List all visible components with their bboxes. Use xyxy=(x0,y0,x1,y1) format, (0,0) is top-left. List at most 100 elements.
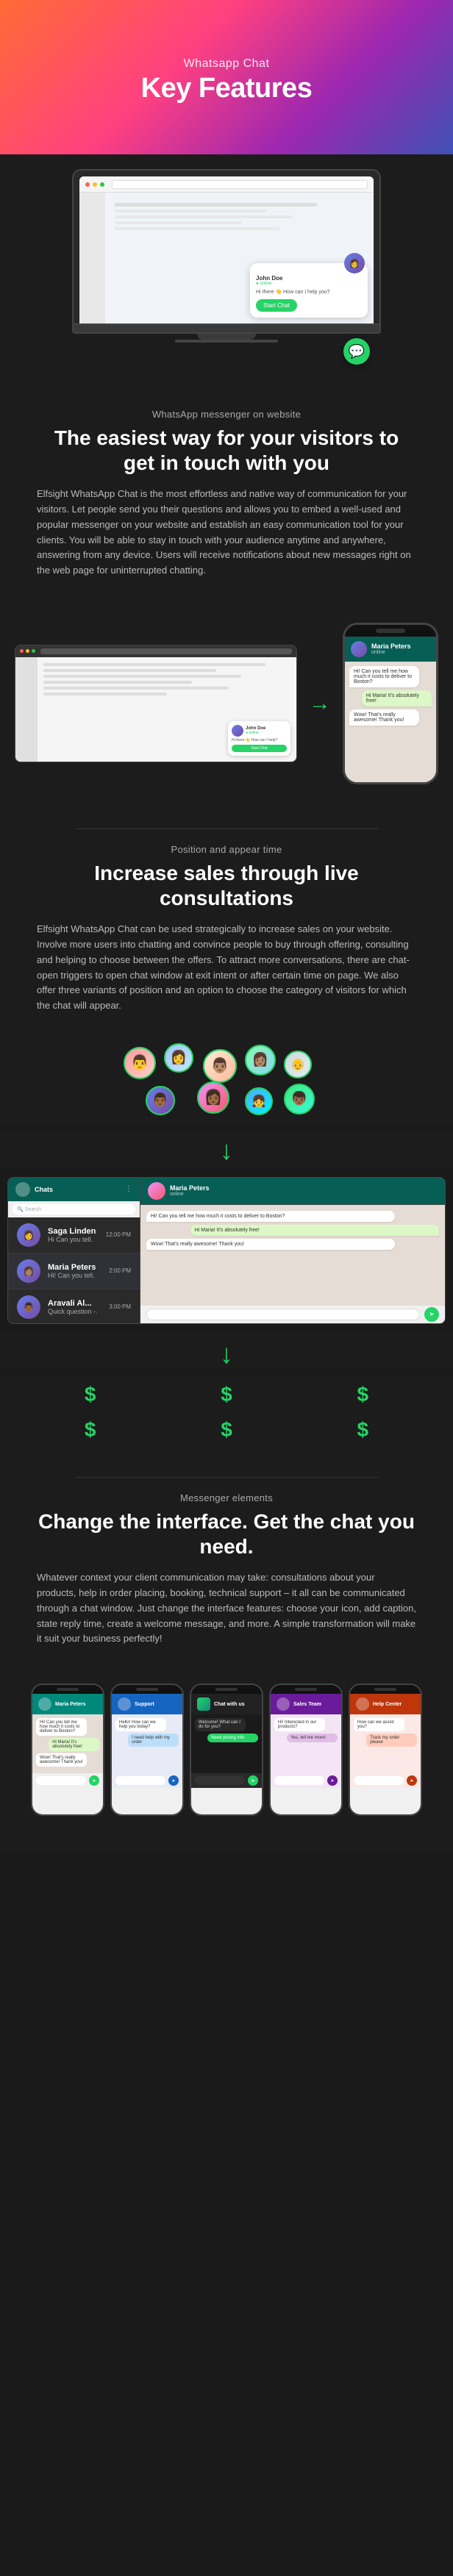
var-avatar-4 xyxy=(277,1697,290,1711)
messages-body: Hi! Can you tell me how much it costs to… xyxy=(140,1205,445,1306)
chat-sidebar-list: Chats ⋮ 🔍 Search 👩 Saga Linden Hi Can yo… xyxy=(8,1178,140,1323)
wa-msg-incoming-2: Wow! That's really awesome! Thank you! xyxy=(349,709,419,726)
browser-bar xyxy=(79,176,374,193)
dollar-4: $ xyxy=(85,1418,96,1442)
person-9: 👦🏾 xyxy=(284,1084,315,1115)
desktop-chat-mockup: Chats ⋮ 🔍 Search 👩 Saga Linden Hi Can yo… xyxy=(7,1177,446,1324)
var-msg-5-in: How can we assist you? xyxy=(354,1718,404,1731)
var-send-5[interactable]: ➤ xyxy=(407,1775,417,1786)
text-line-2 xyxy=(43,669,216,672)
var-msg-1-in2: Wow! That's really awesome! Thank you! xyxy=(36,1753,87,1767)
var-msg-2-out: I need help with my order xyxy=(128,1734,179,1747)
msg-outgoing-1: Hi Maria! It's absolutely free! xyxy=(190,1225,439,1236)
sidebar-avatar xyxy=(15,1182,30,1197)
phone-var-notch-3 xyxy=(191,1685,262,1694)
var-msg-5-out: Track my order please xyxy=(366,1734,417,1747)
var-header-4: Sales Team xyxy=(271,1694,341,1714)
var-input-2: ➤ xyxy=(112,1773,182,1788)
text-line-3 xyxy=(43,675,241,678)
messages-header-status: online xyxy=(170,1192,210,1197)
person-6: 👨🏾 xyxy=(146,1086,175,1115)
var-input-field-5[interactable] xyxy=(354,1776,404,1785)
chat-avatar-3: 👨🏾 xyxy=(17,1295,40,1319)
wa-msg-outgoing-1: Hi Maria! It's absolutely free! xyxy=(362,690,432,706)
arrow-right-icon: → xyxy=(309,691,331,716)
dot-yellow xyxy=(26,649,29,653)
text-line-1 xyxy=(43,663,265,666)
popup-greeting: Hi there 👋 How can I help? xyxy=(232,738,287,743)
var-messages-2: Hello! How can we help you today? I need… xyxy=(112,1714,182,1773)
phone-var-notch-bar-1 xyxy=(57,1688,79,1691)
divider-2 xyxy=(75,1477,379,1478)
browser-address-bar xyxy=(112,180,368,189)
search-field[interactable]: 🔍 Search xyxy=(13,1204,135,1214)
var-send-3[interactable]: ➤ xyxy=(248,1775,258,1786)
laptop-base xyxy=(72,325,381,334)
chat-time-2: 2:00 PM xyxy=(109,1267,131,1274)
var-avatar-5 xyxy=(356,1697,369,1711)
person-7: 👩🏾 xyxy=(197,1081,229,1114)
dollar-3: $ xyxy=(357,1383,369,1406)
person-8: 👧 xyxy=(245,1087,273,1115)
wa-chat-header: Maria Peters online xyxy=(345,637,436,662)
demo-main-content: John Doe ● online Hi there 👋 How can I h… xyxy=(38,657,296,762)
browser-dot-yellow xyxy=(93,182,97,187)
var-input-field-4[interactable] xyxy=(274,1776,324,1785)
var-name-5: Help Center xyxy=(373,1702,402,1707)
send-button[interactable]: ➤ xyxy=(424,1307,439,1322)
messenger-elem-title: Change the interface. Get the chat you n… xyxy=(37,1509,416,1559)
chat-popup-small: John Doe ● online Hi there 👋 How can I h… xyxy=(228,721,290,756)
phone-var-notch-bar-5 xyxy=(374,1688,396,1691)
text-line-4 xyxy=(43,681,192,684)
phone-var-notch-5 xyxy=(350,1685,421,1694)
var-send-1[interactable]: ➤ xyxy=(89,1775,99,1786)
var-name-2: Support xyxy=(135,1702,154,1707)
wa-chat-widget-laptop: 👩 John Doe ● online Hi there 👋 How can I… xyxy=(250,263,368,318)
phone-var-screen-2: Support Hello! How can we help you today… xyxy=(112,1694,182,1814)
demo-sidebar xyxy=(15,657,38,762)
phone-variations-section: Maria Peters Hi! Can you tell me how muc… xyxy=(0,1669,453,1831)
person-1: 👨 xyxy=(124,1047,156,1079)
start-chat-button[interactable]: Start Chat xyxy=(256,299,297,312)
var-input-field-3[interactable] xyxy=(195,1776,245,1785)
var-input-1: ➤ xyxy=(32,1773,103,1788)
var-messages-1: Hi! Can you tell me how much it costs to… xyxy=(32,1714,103,1773)
dollar-6: $ xyxy=(357,1418,369,1442)
phone-var-screen-1: Maria Peters Hi! Can you tell me how muc… xyxy=(32,1694,103,1814)
var-send-4[interactable]: ➤ xyxy=(327,1775,338,1786)
var-messages-4: Hi! Interested in our products? Yes, tel… xyxy=(271,1714,341,1773)
phone-var-notch-bar-4 xyxy=(295,1688,317,1691)
section-position: Position and appear time Increase sales … xyxy=(0,806,453,1036)
people-cluster-section: 👨 👩 👨🏽 👩🏽 👴 👨🏾 👩🏾 👧 👦🏾 xyxy=(0,1036,453,1124)
chat-messages-panel: Maria Peters online Hi! Can you tell me … xyxy=(140,1178,445,1323)
var-messages-5: How can we assist you? Track my order pl… xyxy=(350,1714,421,1773)
popup-start-btn[interactable]: Start Chat xyxy=(232,745,287,752)
phone-variation-4: Sales Team Hi! Interested in our product… xyxy=(269,1684,343,1816)
chat-item-2[interactable]: 👩🏽 Maria Peters Hi! Can you tell. 2:00 P… xyxy=(8,1253,140,1289)
var-input-field-1[interactable] xyxy=(36,1776,86,1785)
chat-msg-3: Quick question -. xyxy=(48,1308,101,1315)
phone-var-screen-4: Sales Team Hi! Interested in our product… xyxy=(271,1694,341,1814)
var-send-2[interactable]: ➤ xyxy=(168,1775,179,1786)
dollar-5: $ xyxy=(221,1418,232,1442)
laptop-mockup-section: 👩 John Doe ● online Hi there 👋 How can I… xyxy=(0,154,453,365)
chat-item-1[interactable]: 👩 Saga Linden Hi Can you tell. 12:00 PM xyxy=(8,1217,140,1253)
chat-name-1: Saga Linden xyxy=(48,1227,99,1236)
sidebar-icon-1: ⋮ xyxy=(125,1185,132,1193)
var-msg-1-out: Hi Maria! It's absolutely free! xyxy=(49,1738,99,1751)
chat-item-3[interactable]: 👨🏾 Aravali Al... Quick question -. 3:00 … xyxy=(8,1289,140,1323)
phone-variation-5: Help Center How can we assist you? Track… xyxy=(349,1684,422,1816)
chat-info-3: Aravali Al... Quick question -. xyxy=(48,1299,101,1315)
person-4: 👩🏽 xyxy=(245,1045,276,1076)
laptop-screen-content: 👩 John Doe ● online Hi there 👋 How can I… xyxy=(79,176,374,323)
phone-variation-3: Chat with us Welcome! What can I do for … xyxy=(190,1684,263,1816)
wa-header-status: online xyxy=(371,650,411,655)
laptop-foot xyxy=(175,340,278,343)
browser-dot-red xyxy=(85,182,90,187)
hero-section: Whatsapp Chat Key Features xyxy=(0,0,453,154)
var-msg-4-in: Hi! Interested in our products? xyxy=(274,1718,325,1731)
message-input-field[interactable] xyxy=(146,1309,420,1320)
var-input-field-2[interactable] xyxy=(115,1776,165,1785)
section-messenger-desc: Elfsight WhatsApp Chat is the most effor… xyxy=(37,487,416,579)
laptop-mockup: 👩 John Doe ● online Hi there 👋 How can I… xyxy=(72,169,381,343)
